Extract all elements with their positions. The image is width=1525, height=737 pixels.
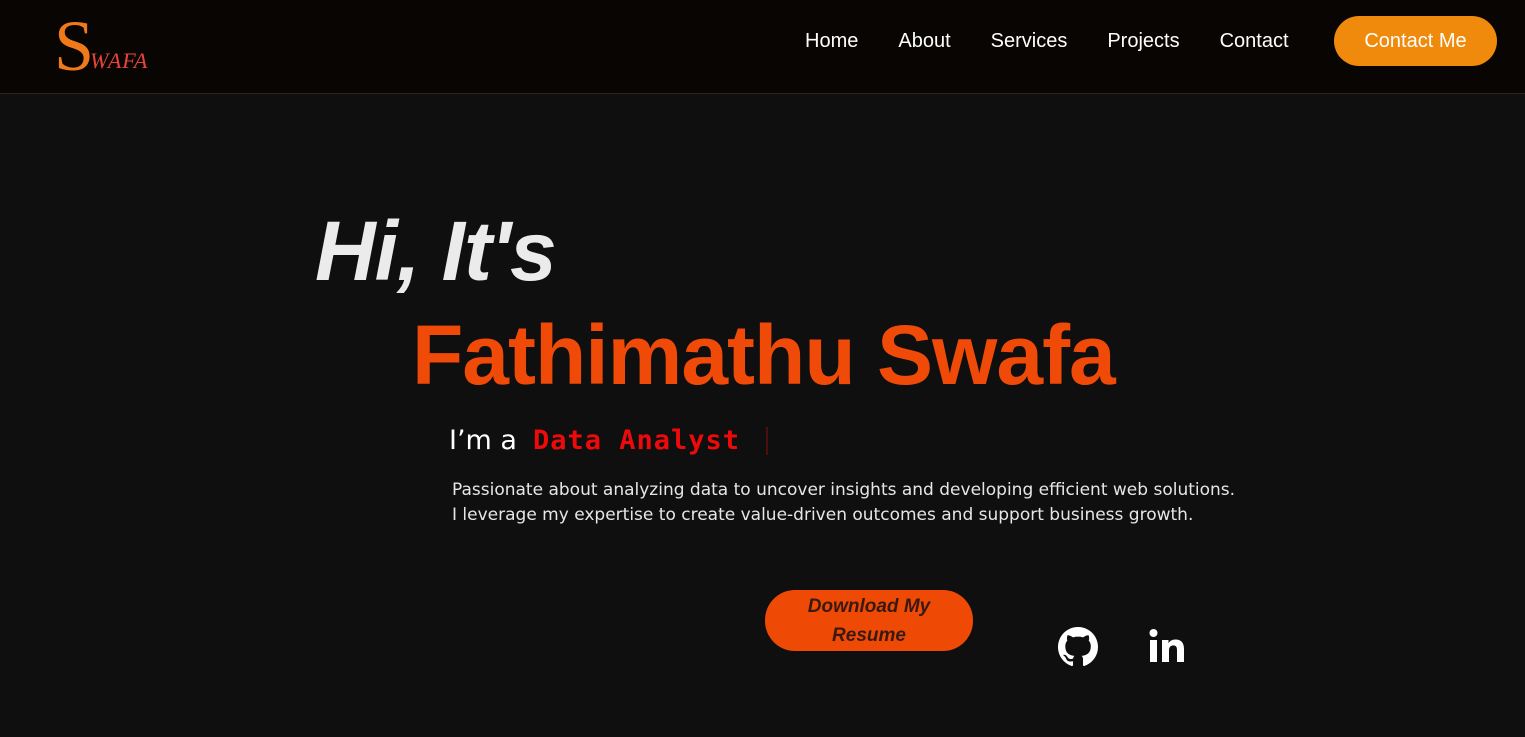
contact-me-button[interactable]: Contact Me bbox=[1334, 16, 1497, 66]
linkedin-icon bbox=[1149, 629, 1184, 662]
hero-name: Fathimathu Swafa bbox=[412, 308, 1116, 402]
role-text: Data Analyst bbox=[532, 425, 741, 456]
hero-greeting: Hi, It's bbox=[315, 204, 557, 298]
description-line-2: I leverage my expertise to create value-… bbox=[452, 505, 1194, 525]
nav-projects[interactable]: Projects bbox=[1107, 28, 1179, 54]
typing-cursor bbox=[766, 427, 769, 455]
logo-rest: WAFA bbox=[90, 48, 149, 73]
role-prefix: I’m a bbox=[449, 425, 517, 456]
download-resume-button[interactable]: Download My Resume bbox=[765, 590, 973, 651]
nav-links: Home About Services Projects Contact bbox=[805, 28, 1329, 54]
role-line: I’m a Data Analyst bbox=[449, 422, 769, 460]
nav-home[interactable]: Home bbox=[805, 28, 858, 54]
github-icon bbox=[1058, 627, 1098, 667]
nav-services[interactable]: Services bbox=[991, 28, 1068, 54]
nav-about[interactable]: About bbox=[898, 28, 950, 54]
description-line-1: Passionate about analyzing data to uncov… bbox=[452, 480, 1236, 500]
navbar: S WAFA Home About Services Projects Cont… bbox=[0, 0, 1525, 94]
logo-initial: S bbox=[54, 6, 95, 86]
nav-contact[interactable]: Contact bbox=[1220, 28, 1289, 54]
linkedin-link[interactable] bbox=[1147, 626, 1189, 666]
hero-description: Passionate about analyzing data to uncov… bbox=[452, 478, 1235, 528]
github-link[interactable] bbox=[1058, 627, 1098, 667]
site-logo[interactable]: S WAFA bbox=[54, 2, 148, 82]
